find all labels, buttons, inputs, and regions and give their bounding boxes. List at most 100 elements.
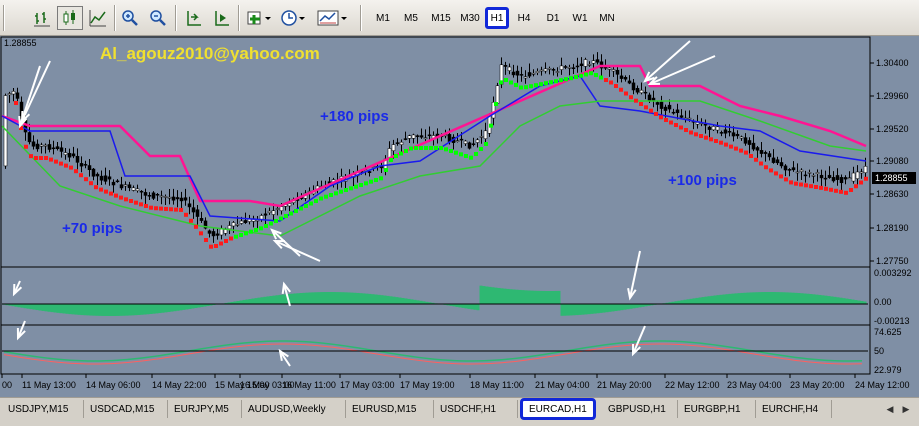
trend-dot bbox=[69, 165, 73, 170]
trend-dot bbox=[144, 204, 148, 208]
trend-dot bbox=[629, 95, 633, 100]
tab-eurgbp-h1[interactable]: EURGBP,H1 bbox=[678, 400, 756, 418]
candle-body bbox=[835, 175, 840, 180]
tab-usdjpy-m15[interactable]: USDJPY,M15 bbox=[2, 400, 84, 418]
chart-window[interactable]: 1.30400 1.29960 1.29520 1.29080 1.28855 1.286… bbox=[0, 36, 919, 397]
trend-dot bbox=[14, 101, 18, 105]
candle-body bbox=[527, 72, 532, 77]
trend-dot bbox=[199, 231, 203, 236]
candle-body bbox=[583, 59, 588, 67]
candle-body bbox=[615, 69, 620, 75]
line-chart-button[interactable] bbox=[86, 6, 110, 30]
tabs-scroll-left-button[interactable]: ◀ bbox=[884, 402, 896, 416]
candlestick-chart-icon bbox=[63, 10, 75, 25]
candle-body bbox=[627, 80, 632, 84]
candle-body bbox=[771, 157, 776, 163]
tabs-scroll-right-button[interactable]: ▶ bbox=[900, 402, 912, 416]
indicators-button[interactable] bbox=[244, 6, 274, 30]
price-scale: 1.30400 1.29960 1.29520 1.29080 1.28855 1.286… bbox=[870, 58, 916, 375]
trend-dot bbox=[754, 157, 758, 162]
candle-body bbox=[851, 172, 856, 182]
top-left-price: 1.28855 bbox=[4, 38, 37, 48]
candle-body bbox=[31, 141, 36, 147]
trend-dot bbox=[74, 169, 78, 174]
candlestick-chart-button[interactable] bbox=[57, 6, 83, 30]
tab-usdcad-m15[interactable]: USDCAD,M15 bbox=[84, 400, 168, 418]
trend-dot bbox=[64, 163, 68, 168]
trend-dot bbox=[589, 71, 593, 76]
candle-body bbox=[839, 177, 844, 184]
candle-body bbox=[779, 162, 784, 167]
candle-body bbox=[723, 129, 728, 134]
trend-dot bbox=[644, 105, 648, 110]
trend-dot bbox=[529, 84, 533, 89]
candle-body bbox=[655, 102, 660, 105]
trend-dot bbox=[394, 154, 398, 158]
tab-eurcad-h1[interactable]: EURCAD,H1 bbox=[520, 398, 596, 420]
tab-eurjpy-m5[interactable]: EURJPY,M5 bbox=[168, 400, 242, 418]
time-label: 22 May 12:00 bbox=[665, 380, 720, 390]
osc1-scale-label: 0.003292 bbox=[874, 268, 912, 278]
candle-body bbox=[87, 165, 92, 171]
candle-body bbox=[503, 65, 508, 67]
candle-body bbox=[735, 133, 740, 137]
periods-button[interactable] bbox=[278, 6, 308, 30]
time-label: 23 May 20:00 bbox=[790, 380, 845, 390]
trend-dot bbox=[374, 178, 378, 182]
trend-dot bbox=[164, 206, 168, 211]
zoom-in-icon bbox=[122, 10, 138, 26]
trend-dot bbox=[154, 206, 158, 211]
timeframe-m1[interactable]: M1 bbox=[371, 7, 395, 29]
annotation-arrows-layer bbox=[12, 40, 716, 367]
trend-dot bbox=[719, 140, 723, 145]
candle-body bbox=[679, 115, 684, 118]
chart-toolbar: M1 M5 M15 M30 H1 H4 D1 W1 MN bbox=[0, 0, 919, 36]
trend-dot bbox=[219, 241, 223, 246]
candle-body bbox=[11, 91, 16, 95]
tab-audusd-weekly[interactable]: AUDUSD,Weekly bbox=[242, 400, 346, 418]
toolbar-grip bbox=[3, 5, 5, 31]
timeframe-h1[interactable]: H1 bbox=[485, 7, 509, 29]
toolbar-separator bbox=[114, 5, 116, 31]
trend-dot bbox=[659, 115, 663, 120]
candle-body bbox=[643, 91, 648, 94]
indicators-icon bbox=[247, 11, 271, 25]
tab-gbpusd-h1[interactable]: GBPUSD,H1 bbox=[602, 400, 678, 418]
tab-eurchf-h4[interactable]: EURCHF,H4 bbox=[756, 400, 832, 418]
timeframe-mn[interactable]: MN bbox=[594, 7, 620, 29]
trend-dot bbox=[259, 226, 263, 231]
zoom-out-button[interactable] bbox=[146, 6, 170, 30]
trend-dot bbox=[314, 199, 318, 203]
osc2-scale-label: 50 bbox=[874, 346, 884, 356]
timeframe-w1[interactable]: W1 bbox=[568, 7, 592, 29]
candle-body bbox=[847, 177, 852, 180]
tab-usdchf-h1[interactable]: USDCHF,H1 bbox=[434, 400, 518, 418]
timeframe-h4[interactable]: H4 bbox=[512, 7, 536, 29]
trend-dot bbox=[34, 156, 38, 160]
trend-dot bbox=[804, 183, 808, 188]
timeframe-m15[interactable]: M15 bbox=[427, 7, 455, 29]
trend-dot bbox=[149, 205, 153, 210]
templates-button[interactable] bbox=[314, 6, 350, 30]
annotation-arrow bbox=[632, 325, 646, 355]
timeframe-d1[interactable]: D1 bbox=[541, 7, 565, 29]
candle-body bbox=[423, 137, 428, 140]
timeframe-m30[interactable]: M30 bbox=[456, 7, 484, 29]
trend-dot bbox=[779, 174, 783, 179]
candle-body bbox=[547, 68, 552, 70]
candle-body bbox=[715, 126, 720, 131]
tab-eurusd-m15[interactable]: EURUSD,M15 bbox=[346, 400, 434, 418]
timeframe-m5[interactable]: M5 bbox=[399, 7, 423, 29]
chart-shift-button[interactable] bbox=[182, 6, 206, 30]
candle-body bbox=[415, 135, 420, 137]
candle-body bbox=[727, 131, 732, 133]
zoom-in-button[interactable] bbox=[118, 6, 142, 30]
trend-dot bbox=[859, 180, 863, 185]
candle-body bbox=[91, 168, 96, 177]
trend-dot bbox=[459, 152, 463, 157]
price-label: 1.30400 bbox=[876, 58, 909, 68]
autoscroll-button[interactable] bbox=[210, 6, 234, 30]
trend-dot bbox=[639, 102, 643, 106]
bar-chart-button[interactable] bbox=[30, 6, 54, 30]
candle-body bbox=[127, 184, 132, 189]
